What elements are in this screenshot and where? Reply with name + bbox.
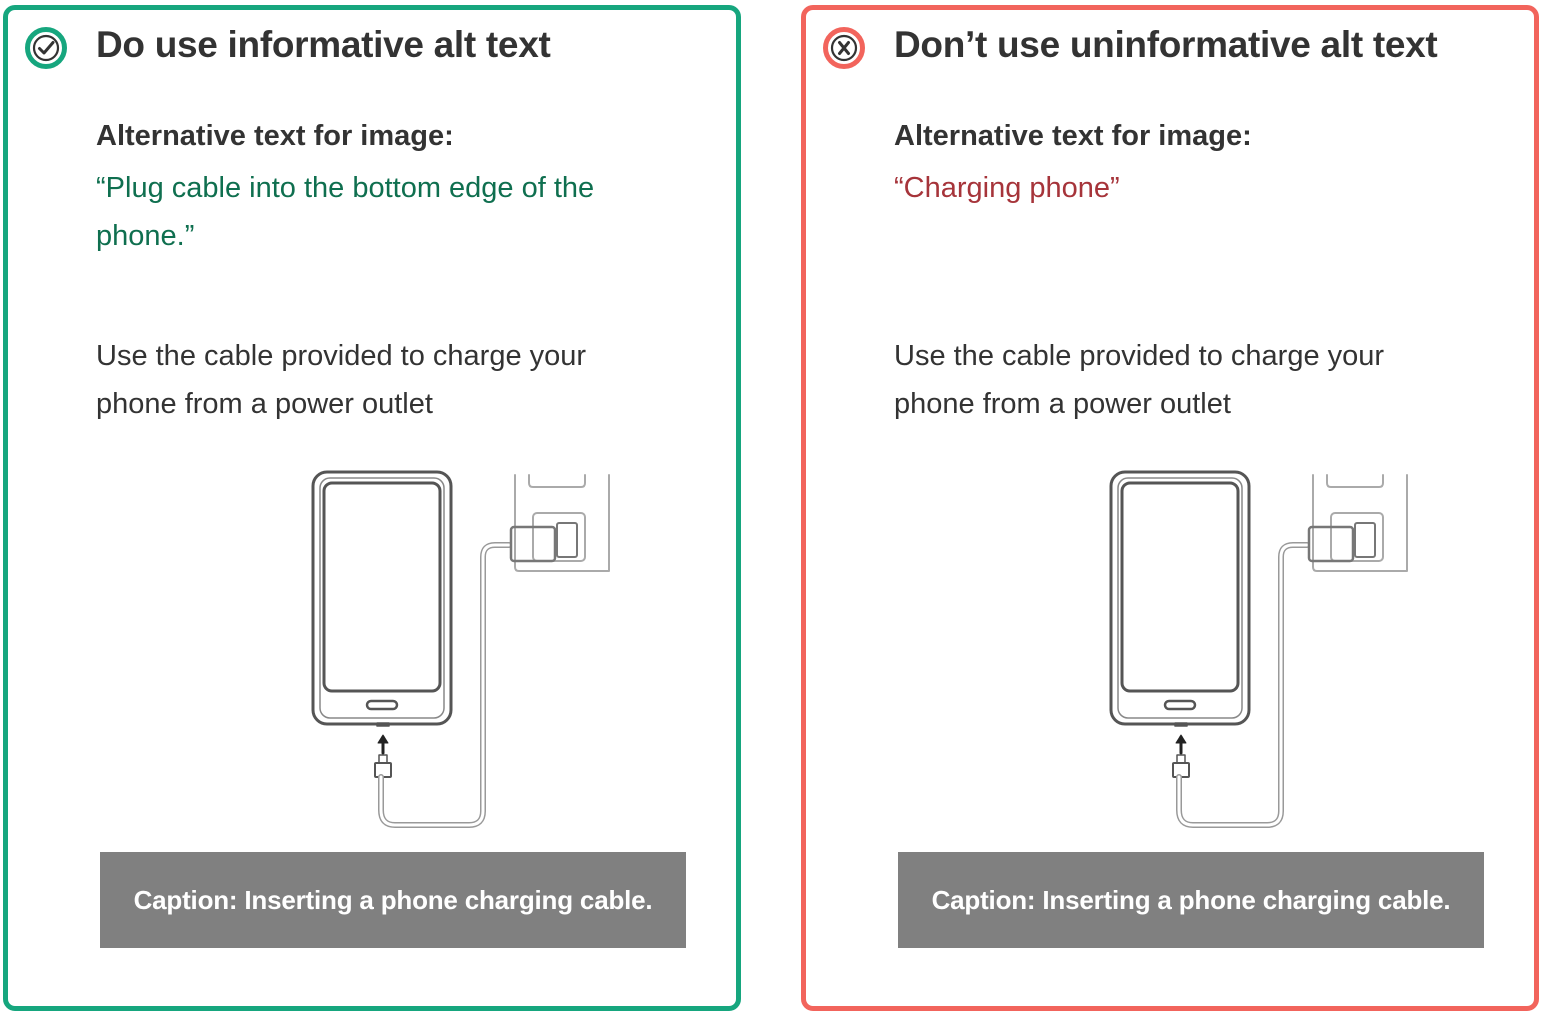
phone-charging-illustration: [1109, 470, 1408, 828]
dont-heading: Don’t use uninformative alt text: [894, 24, 1438, 65]
home-button: [1163, 699, 1197, 711]
phone-body: [311, 470, 453, 726]
phone-body: [1109, 470, 1251, 726]
dont-panel: Don’t use uninformative alt text Alterna…: [801, 5, 1539, 1011]
phone-screen: [322, 481, 442, 693]
instruction-text: Use the cable provided to charge your ph…: [894, 340, 1385, 420]
alt-text-label: Alternative text for image:: [96, 120, 454, 152]
image-caption: Caption: Inserting a phone charging cabl…: [898, 852, 1484, 948]
instruction-text: Use the cable provided to charge your ph…: [96, 340, 587, 420]
phone-charging-illustration: [311, 470, 610, 828]
do-heading: Do use informative alt text: [96, 24, 551, 65]
alt-text-value: “Charging phone”: [894, 172, 1120, 204]
do-panel: Do use informative alt text Alternative …: [3, 5, 741, 1011]
alt-text-value: “Plug cable into the bottom edge of the …: [96, 172, 595, 252]
x-icon: [823, 27, 865, 69]
phone-screen: [1120, 481, 1240, 693]
checkmark-icon: [25, 27, 67, 69]
home-button: [365, 699, 399, 711]
image-caption: Caption: Inserting a phone charging cabl…: [100, 852, 686, 948]
alt-text-label: Alternative text for image:: [894, 120, 1252, 152]
